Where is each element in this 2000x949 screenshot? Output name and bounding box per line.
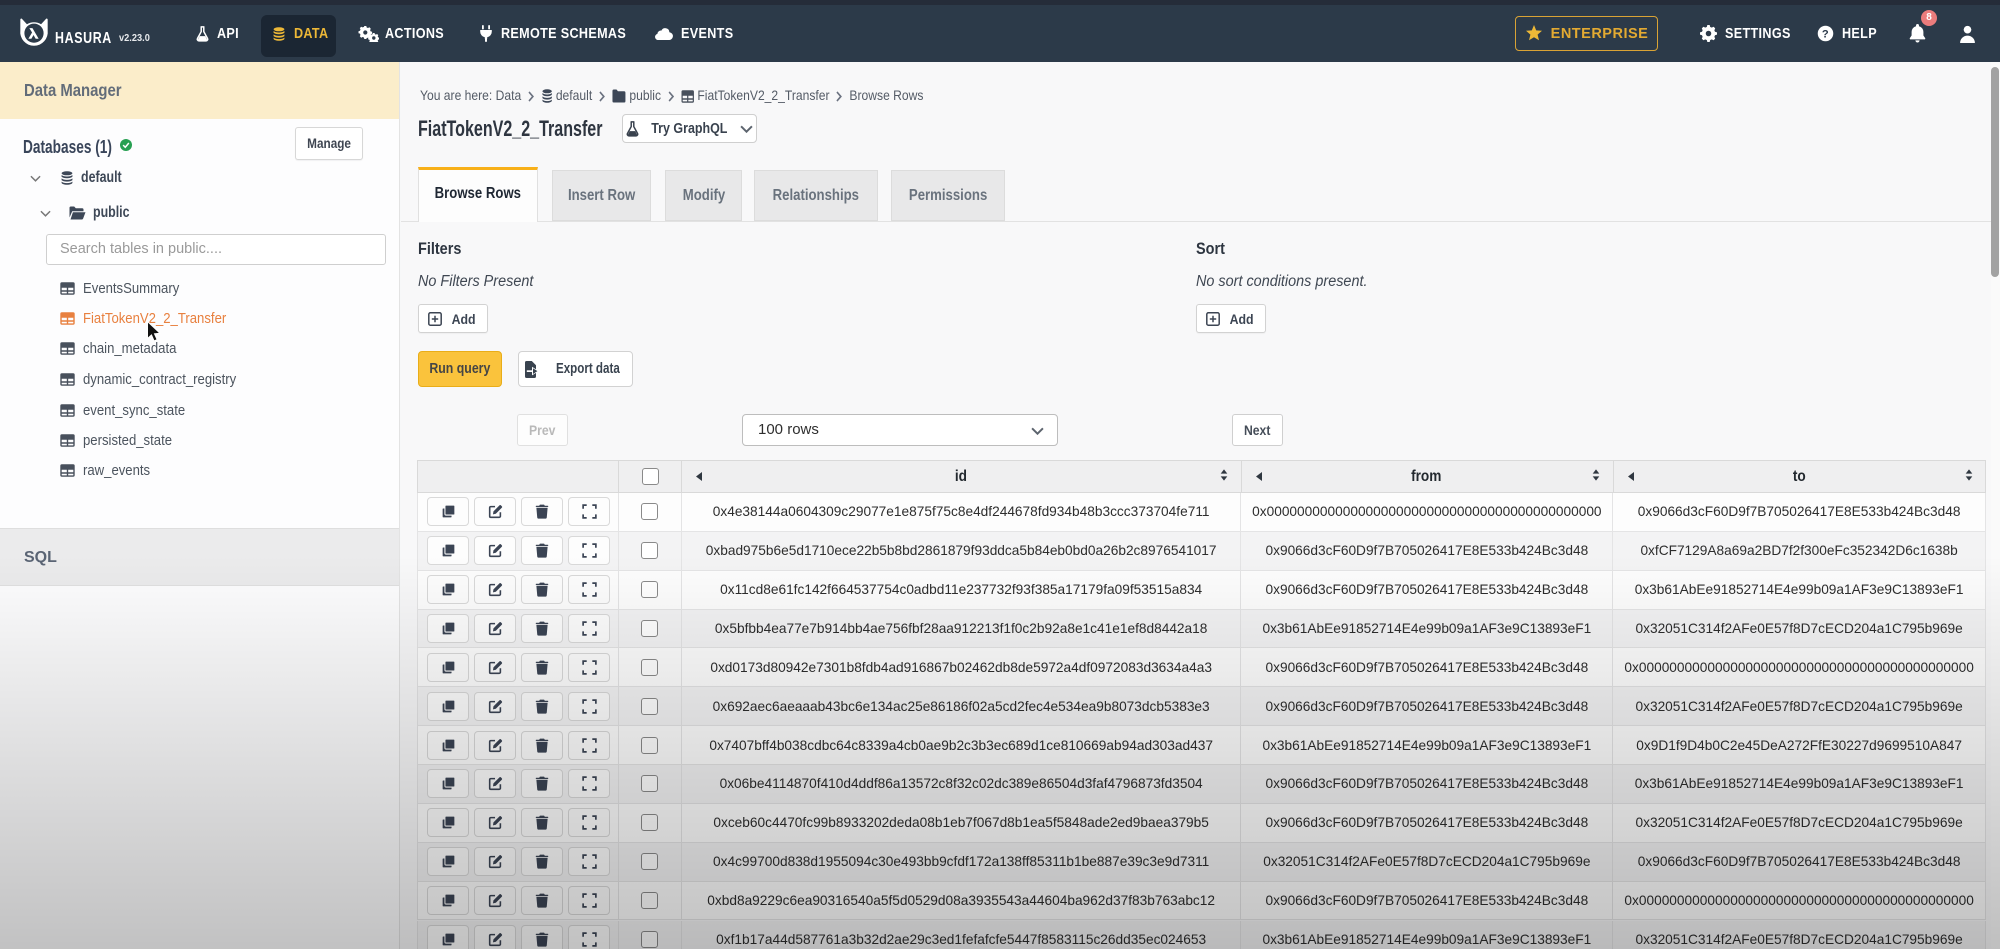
svg-text:?: ? — [1822, 28, 1829, 40]
